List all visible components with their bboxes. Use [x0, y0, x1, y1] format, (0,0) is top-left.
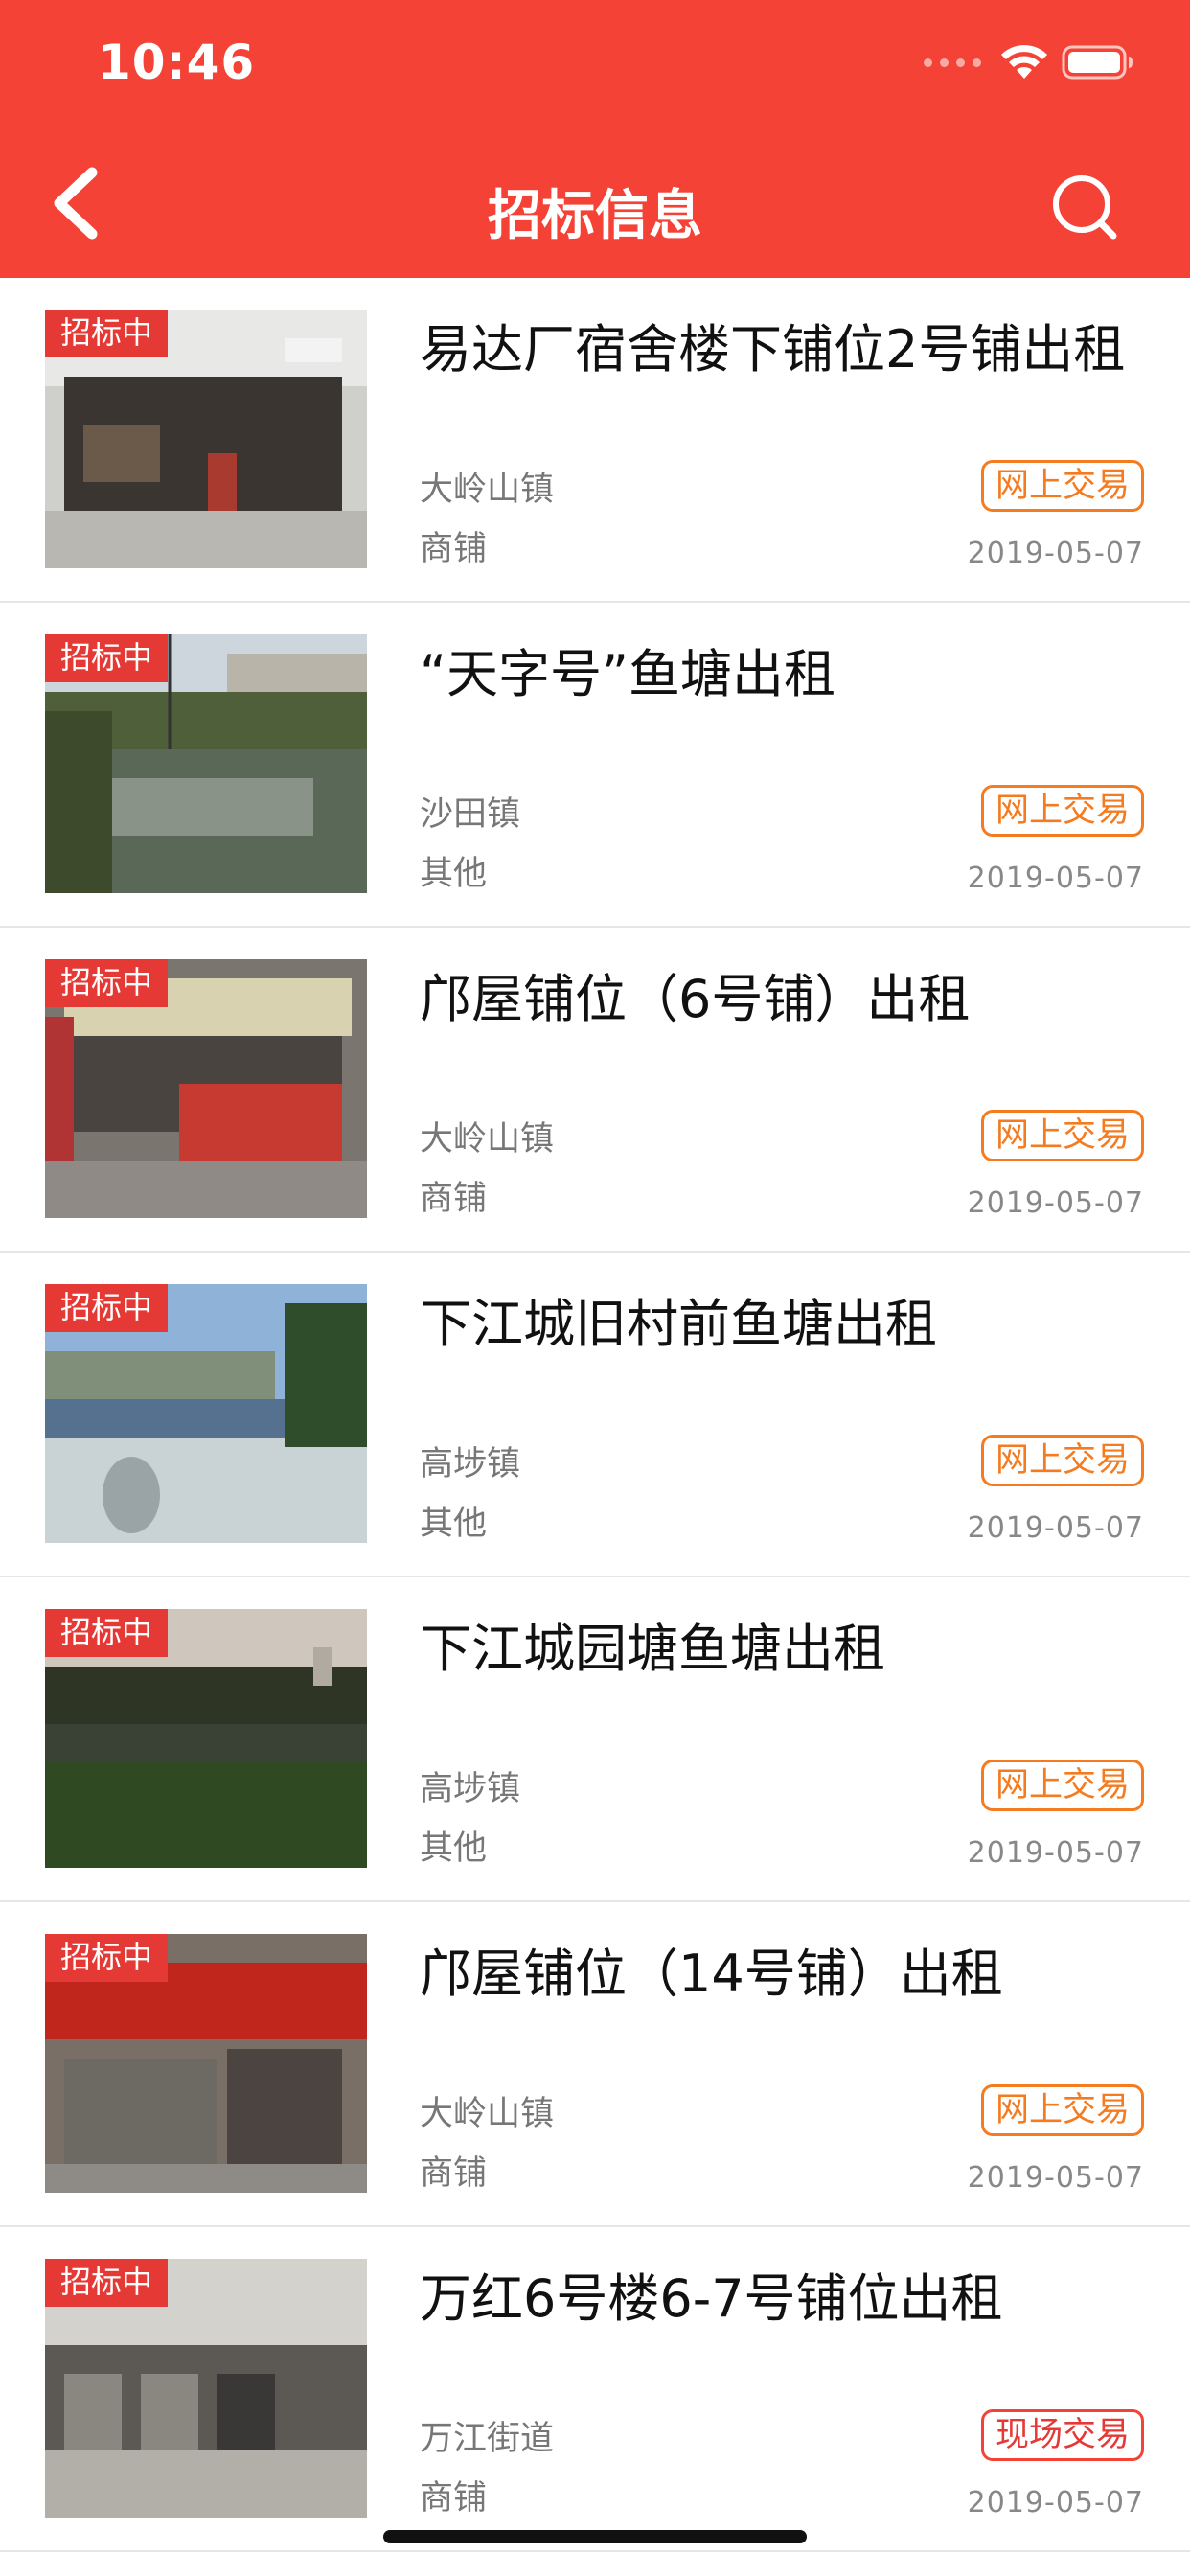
trade-type-badge: 网上交易 — [980, 1435, 1144, 1486]
item-type: 商铺 — [420, 530, 488, 568]
item-thumbnail: 招标中 — [45, 1284, 367, 1543]
status-badge: 招标中 — [45, 310, 169, 357]
item-title: 万红6号楼6-7号铺位出租 — [420, 2268, 1003, 2329]
item-date: 2019-05-07 — [967, 2161, 1144, 2195]
item-type: 商铺 — [420, 2154, 488, 2193]
trade-type-badge: 网上交易 — [980, 460, 1144, 512]
item-title: 下江城园塘鱼塘出租 — [420, 1619, 885, 1679]
list-item[interactable]: 招标中 下江城旧村前鱼塘出租 高埗镇 其他 网上交易 2019-05-07 — [0, 1253, 1190, 1577]
trade-type-badge: 网上交易 — [980, 1760, 1144, 1811]
item-date: 2019-05-07 — [967, 862, 1144, 895]
list-item[interactable]: 招标中 万红6号楼6-7号铺位出租 万江街道 商铺 现场交易 2019-05-0… — [0, 2227, 1190, 2552]
status-badge: 招标中 — [45, 1934, 169, 1982]
item-date: 2019-05-07 — [967, 537, 1144, 570]
item-date: 2019-05-07 — [967, 1186, 1144, 1220]
item-thumbnail: 招标中 — [45, 1934, 367, 2193]
status-badge: 招标中 — [45, 2259, 169, 2307]
search-button[interactable] — [1050, 172, 1119, 242]
trade-type-badge: 网上交易 — [980, 2084, 1144, 2136]
item-thumbnail: 招标中 — [45, 959, 367, 1218]
item-town: 大岭山镇 — [420, 2095, 555, 2133]
item-type: 其他 — [420, 1505, 488, 1543]
item-type: 其他 — [420, 1829, 488, 1868]
signal-icon — [924, 58, 981, 67]
status-time: 10:46 — [98, 34, 256, 90]
list-item[interactable]: 招标中 易达厂宿舍楼下铺位2号铺出租 大岭山镇 商铺 网上交易 2019-05-… — [0, 278, 1190, 603]
item-date: 2019-05-07 — [967, 1511, 1144, 1545]
tender-list: 招标中 易达厂宿舍楼下铺位2号铺出租 大岭山镇 商铺 网上交易 2019-05-… — [0, 278, 1190, 2552]
item-town: 高埗镇 — [420, 1770, 521, 1808]
status-badge: 招标中 — [45, 1284, 169, 1332]
app-header: 10:46 招标信息 — [0, 0, 1190, 278]
item-town: 高埗镇 — [420, 1445, 521, 1484]
wifi-icon — [1001, 45, 1047, 79]
item-thumbnail: 招标中 — [45, 634, 367, 893]
status-badge: 招标中 — [45, 959, 169, 1007]
item-title: 邝屋铺位（14号铺）出租 — [420, 1944, 1003, 2004]
page-title: 招标信息 — [488, 185, 702, 247]
item-title: 易达厂宿舍楼下铺位2号铺出租 — [420, 319, 1126, 380]
item-type: 商铺 — [420, 1180, 488, 1218]
item-title: “天字号”鱼塘出租 — [420, 644, 835, 704]
list-item[interactable]: 招标中 下江城园塘鱼塘出租 高埗镇 其他 网上交易 2019-05-07 — [0, 1577, 1190, 1902]
list-item[interactable]: 招标中 邝屋铺位（6号铺）出租 大岭山镇 商铺 网上交易 2019-05-07 — [0, 928, 1190, 1253]
status-icons — [924, 40, 1134, 84]
item-thumbnail: 招标中 — [45, 1609, 367, 1868]
item-date: 2019-05-07 — [967, 2486, 1144, 2519]
item-type: 其他 — [420, 855, 488, 893]
trade-type-badge: 网上交易 — [980, 785, 1144, 837]
item-town: 沙田镇 — [420, 795, 521, 834]
home-indicator[interactable] — [383, 2530, 807, 2543]
list-item[interactable]: 招标中 “天字号”鱼塘出租 沙田镇 其他 网上交易 2019-05-07 — [0, 603, 1190, 928]
item-title: 邝屋铺位（6号铺）出租 — [420, 969, 971, 1029]
item-town: 万江街道 — [420, 2420, 555, 2458]
item-type: 商铺 — [420, 2479, 488, 2518]
item-date: 2019-05-07 — [967, 1836, 1144, 1870]
status-badge: 招标中 — [45, 1609, 169, 1657]
battery-icon — [1062, 45, 1133, 80]
item-title: 下江城旧村前鱼塘出租 — [420, 1294, 937, 1354]
trade-type-badge: 网上交易 — [980, 1110, 1144, 1162]
item-thumbnail: 招标中 — [45, 310, 367, 568]
item-town: 大岭山镇 — [420, 471, 555, 509]
item-thumbnail: 招标中 — [45, 2259, 367, 2518]
search-icon — [1053, 175, 1117, 240]
item-town: 大岭山镇 — [420, 1120, 555, 1159]
trade-type-badge: 现场交易 — [980, 2409, 1144, 2461]
status-badge: 招标中 — [45, 634, 169, 682]
list-item[interactable]: 招标中 邝屋铺位（14号铺）出租 大岭山镇 商铺 网上交易 2019-05-07 — [0, 1902, 1190, 2227]
